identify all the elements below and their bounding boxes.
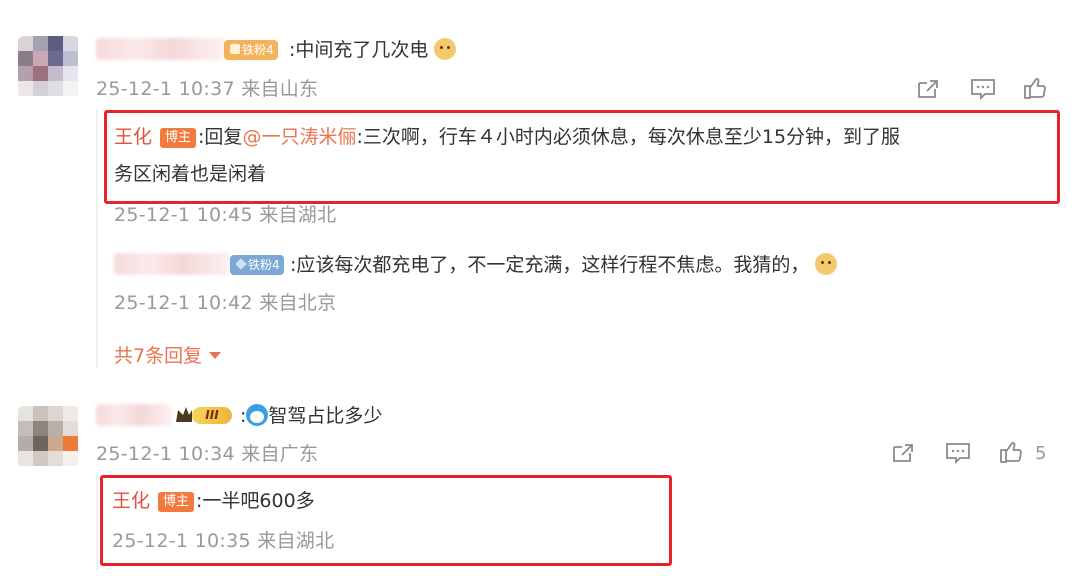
reply-meta: 25-12-1 10:42 来自北京 bbox=[114, 292, 337, 314]
reply-text-line2: 务区闲着也是闲着 bbox=[114, 163, 267, 185]
comment-meta: 25-12-1 10:34 来自广东 bbox=[96, 443, 319, 465]
doraemon-emoji bbox=[246, 404, 269, 426]
author-name[interactable]: 王化 bbox=[114, 126, 152, 148]
avatar[interactable] bbox=[18, 36, 80, 98]
fan-badge: 铁粉4 bbox=[230, 255, 284, 275]
reply-text: 王化 博主:一半吧600多 bbox=[112, 490, 315, 512]
comment-meta: 25-12-1 10:37 来自山东 bbox=[96, 78, 319, 100]
host-badge: 博主 bbox=[160, 128, 197, 148]
flame-icon bbox=[230, 44, 240, 54]
diamond-icon bbox=[235, 258, 247, 270]
reply-thread-line bbox=[96, 110, 98, 368]
comment-text: :中间充了几次电 bbox=[289, 38, 457, 62]
username-blurred[interactable] bbox=[96, 404, 172, 426]
like-icon[interactable] bbox=[998, 440, 1024, 464]
like-count: 5 bbox=[1035, 443, 1047, 464]
like-icon[interactable] bbox=[1022, 76, 1048, 100]
doge-emoji bbox=[815, 253, 838, 275]
comment-icon[interactable] bbox=[945, 441, 971, 465]
username-blurred[interactable] bbox=[96, 38, 224, 60]
host-badge: 博主 bbox=[158, 492, 195, 512]
username-blurred[interactable] bbox=[114, 253, 230, 275]
caret-down-icon bbox=[209, 352, 222, 359]
reply-meta: 25-12-1 10:45 来自湖北 bbox=[114, 204, 337, 226]
doge-emoji bbox=[434, 38, 457, 60]
more-replies-link[interactable]: 共7条回复 bbox=[114, 341, 222, 368]
fan-badge: 铁粉4 bbox=[224, 40, 278, 60]
crown-icon bbox=[176, 407, 192, 422]
avatar[interactable] bbox=[18, 406, 80, 468]
share-icon[interactable] bbox=[890, 441, 916, 465]
reply-text: 王化 博主:回复@一只涛米俪:三次啊，行车４小时内必须休息，每次休息至少15分钟，… bbox=[114, 126, 901, 148]
author-name[interactable]: 王化 bbox=[112, 490, 150, 512]
mention-link[interactable]: @一只涛米俪 bbox=[242, 126, 356, 148]
reply-text: :应该每次都充电了，不一定充满，这样行程不焦虑。我猜的， bbox=[290, 253, 838, 277]
comment-icon[interactable] bbox=[970, 77, 996, 101]
reply-thread-line bbox=[96, 475, 98, 570]
reply-meta: 25-12-1 10:35 来自湖北 bbox=[112, 530, 335, 552]
level-badge: III bbox=[174, 404, 234, 426]
share-icon[interactable] bbox=[915, 77, 941, 101]
comment-text: : 智驾占比多少 bbox=[240, 404, 383, 427]
